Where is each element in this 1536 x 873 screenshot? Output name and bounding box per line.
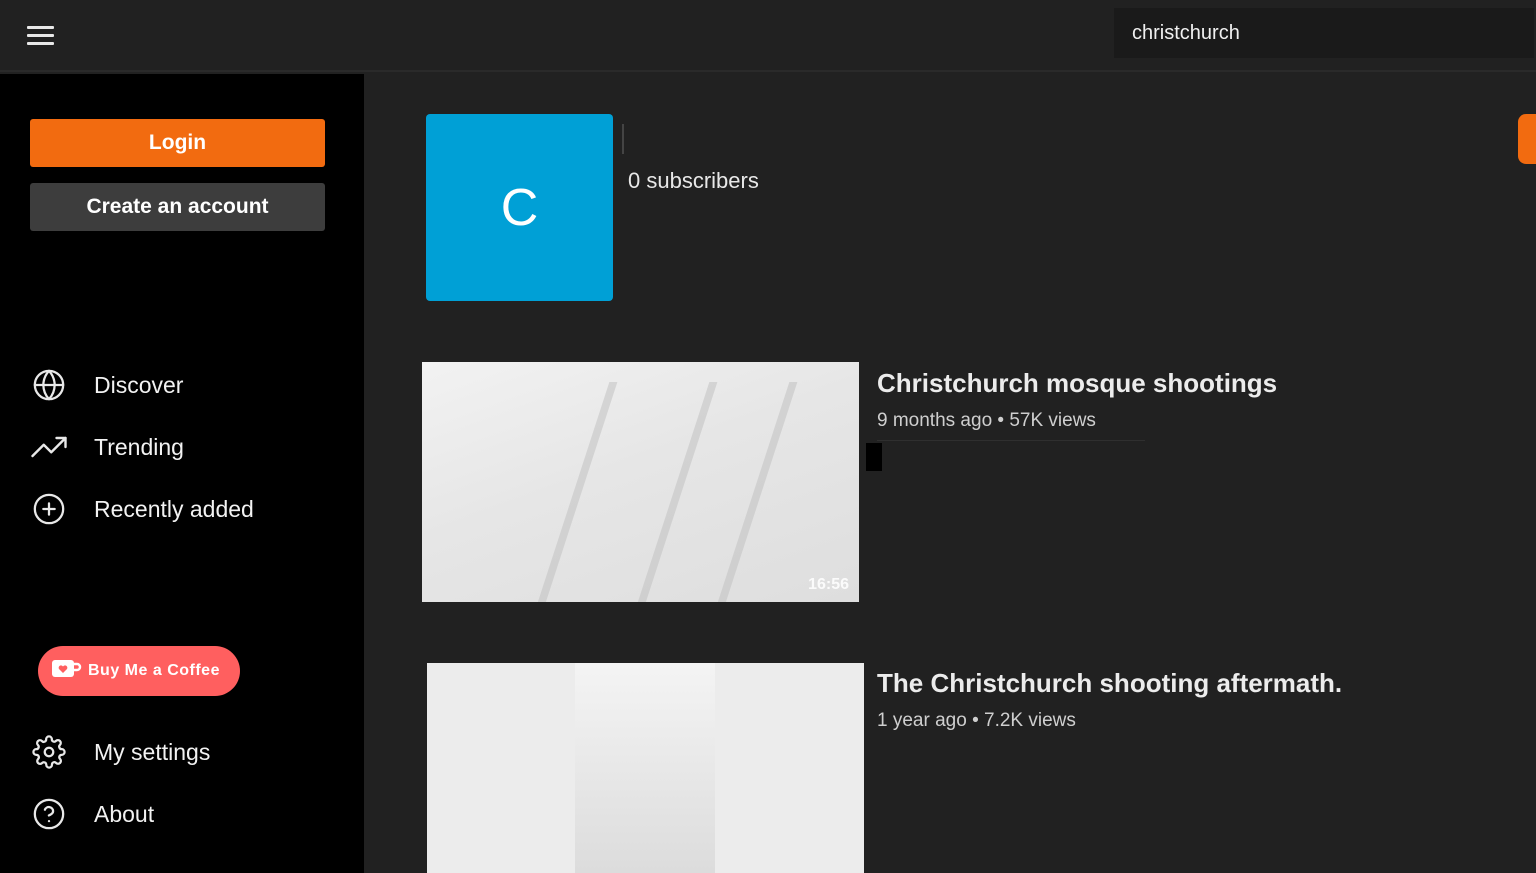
sidebar: Login Create an account Discover Trendin… (0, 74, 364, 873)
sidebar-item-discover[interactable]: Discover (30, 365, 183, 405)
top-bar (0, 0, 1536, 72)
trending-icon (30, 428, 68, 466)
sidebar-item-my-settings[interactable]: My settings (30, 732, 210, 772)
sidebar-item-label: Trending (94, 433, 184, 460)
sidebar-item-label: About (94, 800, 155, 827)
gear-icon (30, 733, 68, 771)
create-account-button[interactable]: Create an account (30, 183, 325, 231)
video-thumbnail[interactable]: 16:56 (422, 362, 859, 602)
globe-icon (30, 366, 68, 404)
video-thumbnail[interactable] (427, 663, 864, 873)
subscribe-button-edge[interactable] (1518, 114, 1536, 164)
divider (877, 440, 1145, 441)
sidebar-item-label: My settings (94, 738, 211, 765)
login-button[interactable]: Login (30, 119, 325, 167)
video-title[interactable]: The Christchurch shooting aftermath. (877, 668, 1342, 699)
video-duration: 16:56 (808, 576, 849, 593)
plus-circle-icon (30, 490, 68, 528)
sidebar-item-recently-added[interactable]: Recently added (30, 489, 254, 529)
buy-me-a-coffee-button[interactable]: Buy Me a Coffee (38, 646, 240, 696)
coffee-label: Buy Me a Coffee (88, 662, 220, 679)
help-circle-icon (30, 795, 68, 833)
sidebar-item-label: Discover (94, 371, 184, 398)
redacted-block (866, 443, 882, 471)
coffee-cup-icon (50, 657, 82, 686)
channel-avatar[interactable]: C (426, 114, 613, 301)
channel-name-placeholder (622, 124, 624, 154)
search-input[interactable] (1114, 8, 1534, 58)
video-meta: 9 months ago • 57K views (877, 410, 1096, 431)
hamburger-menu-icon[interactable] (22, 20, 60, 52)
video-title[interactable]: Christchurch mosque shootings (877, 368, 1277, 399)
sidebar-item-label: Recently added (94, 495, 254, 522)
video-meta: 1 year ago • 7.2K views (877, 710, 1076, 731)
subscriber-count: 0 subscribers (628, 168, 759, 193)
sidebar-item-about[interactable]: About (30, 794, 154, 834)
sidebar-item-trending[interactable]: Trending (30, 427, 184, 467)
